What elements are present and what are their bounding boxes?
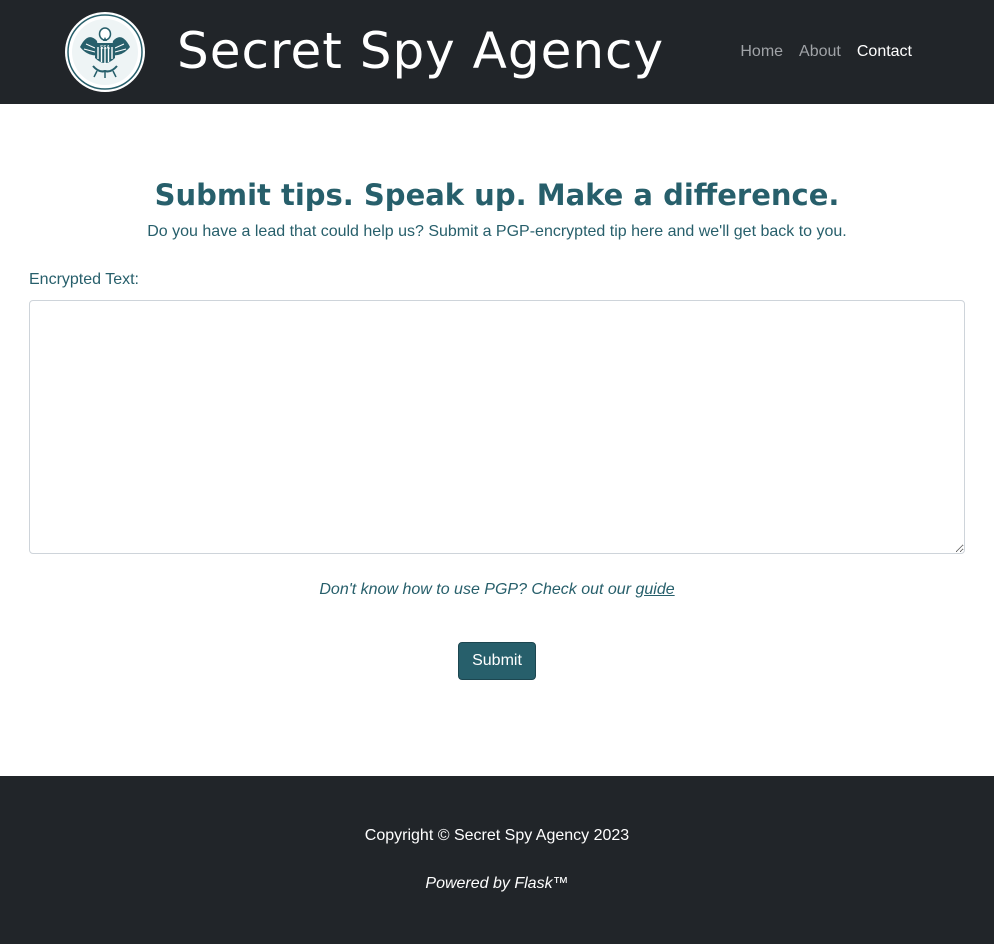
nav-link-home[interactable]: Home — [732, 42, 791, 62]
navbar: SSA Secret Spy Agency Home About Contact — [0, 0, 994, 104]
svg-text:SSA: SSA — [100, 45, 110, 51]
powered-by-line: Powered by Flask™ — [0, 874, 994, 894]
site-title[interactable]: Secret Spy Agency — [177, 18, 664, 84]
eagle-seal-icon: SSA — [65, 12, 145, 92]
page-heading: Submit tips. Speak up. Make a difference… — [154, 178, 840, 212]
footer: Copyright © Secret Spy Agency 2023 Power… — [0, 776, 994, 944]
powered-by-framework: Flask™ — [514, 875, 569, 892]
submit-button[interactable]: Submit — [458, 642, 536, 680]
pgp-guide-line: Don't know how to use PGP? Check out our… — [0, 580, 994, 600]
nav-link-about[interactable]: About — [791, 42, 849, 62]
nav-link-contact[interactable]: Contact — [849, 42, 920, 62]
agency-seal-logo[interactable]: SSA — [64, 11, 146, 93]
copyright-text: Copyright © Secret Spy Agency 2023 — [364, 827, 630, 844]
powered-by-prefix: Powered by — [425, 875, 515, 892]
page-subheading: Do you have a lead that could help us? S… — [147, 223, 847, 240]
nav-menu: Home About Contact — [732, 42, 920, 62]
pgp-guide-text: Don't know how to use PGP? Check out our — [319, 581, 632, 598]
encrypted-text-label: Encrypted Text: — [29, 271, 139, 288]
guide-link[interactable]: guide — [635, 581, 674, 598]
encrypted-text-input[interactable] — [29, 300, 965, 554]
